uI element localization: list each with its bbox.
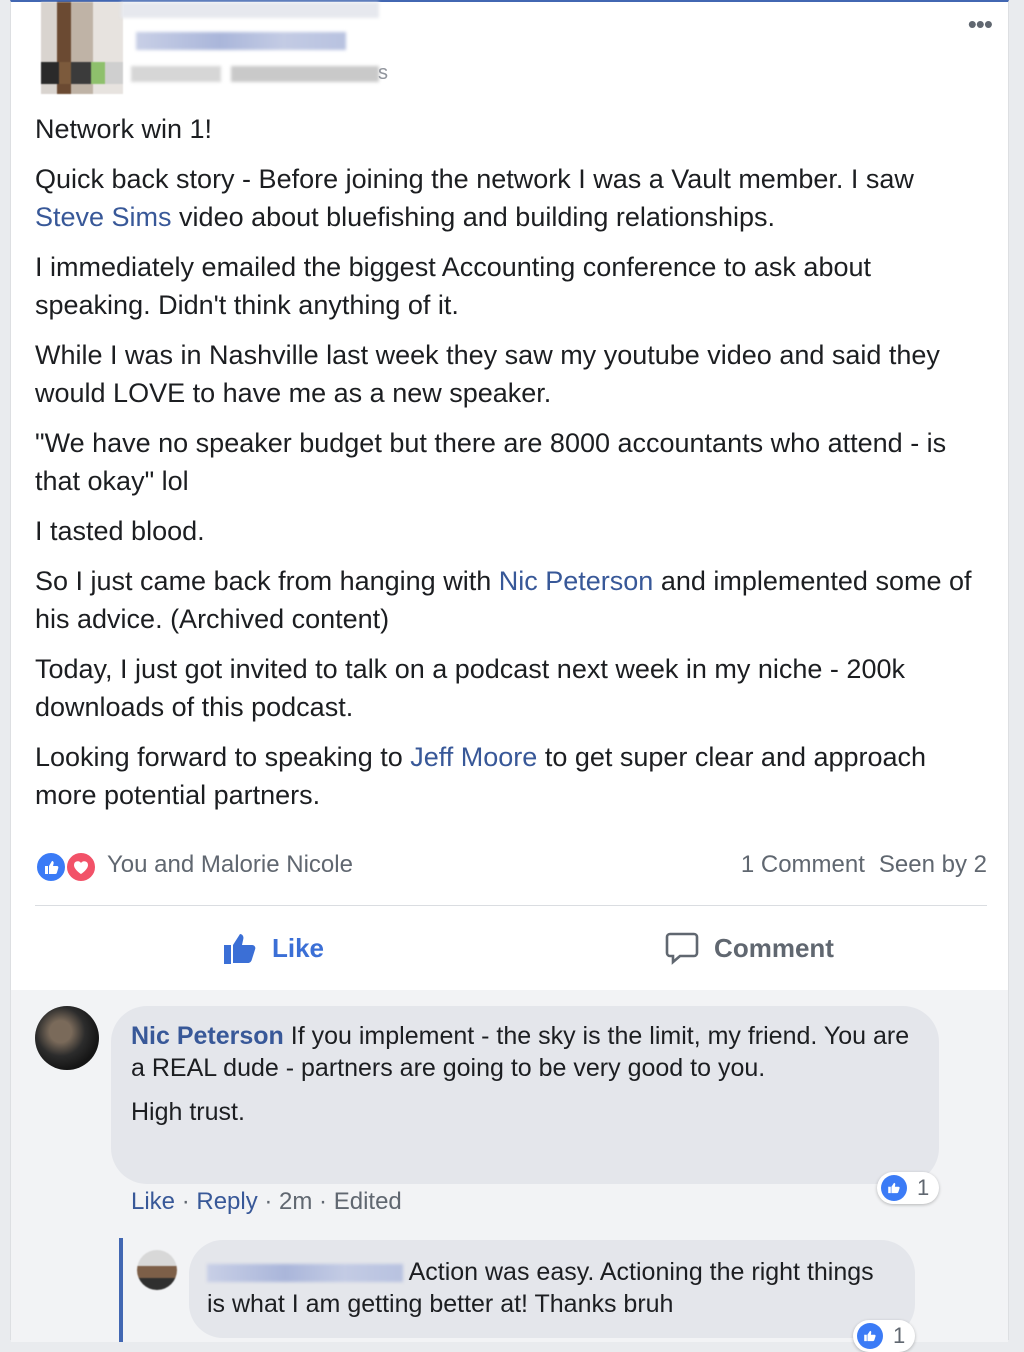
post-paragraph: While I was in Nashville last week they …	[35, 340, 940, 408]
author-meta-suffix: s	[378, 62, 388, 84]
like-reaction-icon	[857, 1323, 883, 1349]
more-options-icon[interactable]: •••	[968, 11, 993, 37]
thumbs-up-icon	[223, 934, 256, 964]
comment-bubble: Nic Peterson If you implement - the sky …	[111, 1006, 939, 1184]
reply-avatar-blurred[interactable]	[137, 1250, 177, 1290]
post-paragraph: So I just came back from hanging with Ni…	[35, 566, 972, 634]
reaction-icons[interactable]	[35, 851, 99, 883]
post-paragraph: Today, I just got invited to talk on a p…	[35, 654, 905, 722]
author-meta-blurred	[131, 66, 379, 82]
comment-text: High trust.	[131, 1098, 245, 1126]
like-label: Like	[271, 932, 325, 963]
post-card: s ••• Network win 1! Quick back story - …	[10, 0, 1009, 1352]
post-paragraph: Network win 1!	[35, 114, 213, 144]
post-counts: 1 Comment Seen by 2	[727, 851, 987, 879]
seen-by-link[interactable]: Seen by 2	[879, 851, 987, 878]
comment-count-link[interactable]: 1 Comment	[741, 851, 865, 878]
heart-icon	[65, 851, 97, 883]
reply-bubble: Action was easy. Actioning the right thi…	[189, 1240, 915, 1338]
comment-button[interactable]: Comment	[511, 908, 987, 988]
comment-time[interactable]: 2m	[279, 1188, 312, 1215]
post-paragraph: Looking forward to speaking to Jeff Moor…	[35, 742, 927, 810]
comment-reply-link[interactable]: Reply	[196, 1188, 257, 1215]
reactions-bar: You and Malorie Nicole 1 Comment Seen by …	[35, 847, 987, 887]
comment-label: Comment	[714, 932, 834, 963]
divider	[35, 905, 987, 906]
reactors-text[interactable]: You and Malorie Nicole	[107, 851, 353, 879]
mention-link[interactable]: Nic Peterson	[499, 566, 654, 596]
comment-author-link[interactable]: Nic Peterson	[131, 1022, 284, 1050]
comment-like-link[interactable]: Like	[131, 1188, 175, 1215]
post-paragraph: "We have no speaker budget but there are…	[35, 428, 947, 496]
mention-link[interactable]: Jeff Moore	[410, 742, 537, 772]
reply-thread-line	[119, 1238, 123, 1342]
like-reaction-icon	[881, 1175, 907, 1201]
comment-text: Nic Peterson If you implement - the sky …	[131, 1022, 910, 1082]
like-reaction-icon	[35, 851, 67, 883]
comment-meta: Like · Reply · 2m · Edited	[131, 1188, 402, 1215]
like-button[interactable]: Like	[35, 908, 511, 988]
mention-link[interactable]: Steve Sims	[35, 202, 172, 232]
author-avatar-blurred[interactable]	[41, 2, 123, 94]
comment-reaction-count[interactable]: 1	[877, 1172, 940, 1204]
post-paragraph: I tasted blood.	[35, 516, 205, 546]
author-name-blurred[interactable]	[136, 32, 346, 50]
post-paragraph: Quick back story - Before joining the ne…	[35, 164, 914, 232]
reply-author-blurred[interactable]	[207, 1264, 403, 1283]
comments-area: Nic Peterson If you implement - the sky …	[11, 990, 1008, 1352]
speech-bubble-icon	[665, 932, 699, 965]
post-paragraph: I immediately emailed the biggest Accoun…	[35, 252, 871, 320]
reply-reaction-count[interactable]: 1	[853, 1320, 916, 1352]
author-blur-top	[121, 2, 379, 18]
post-body: Network win 1! Quick back story - Before…	[35, 110, 990, 826]
avatar[interactable]	[35, 1006, 99, 1070]
comment-edited[interactable]: Edited	[334, 1188, 402, 1215]
action-row: Like Comment	[35, 908, 987, 988]
